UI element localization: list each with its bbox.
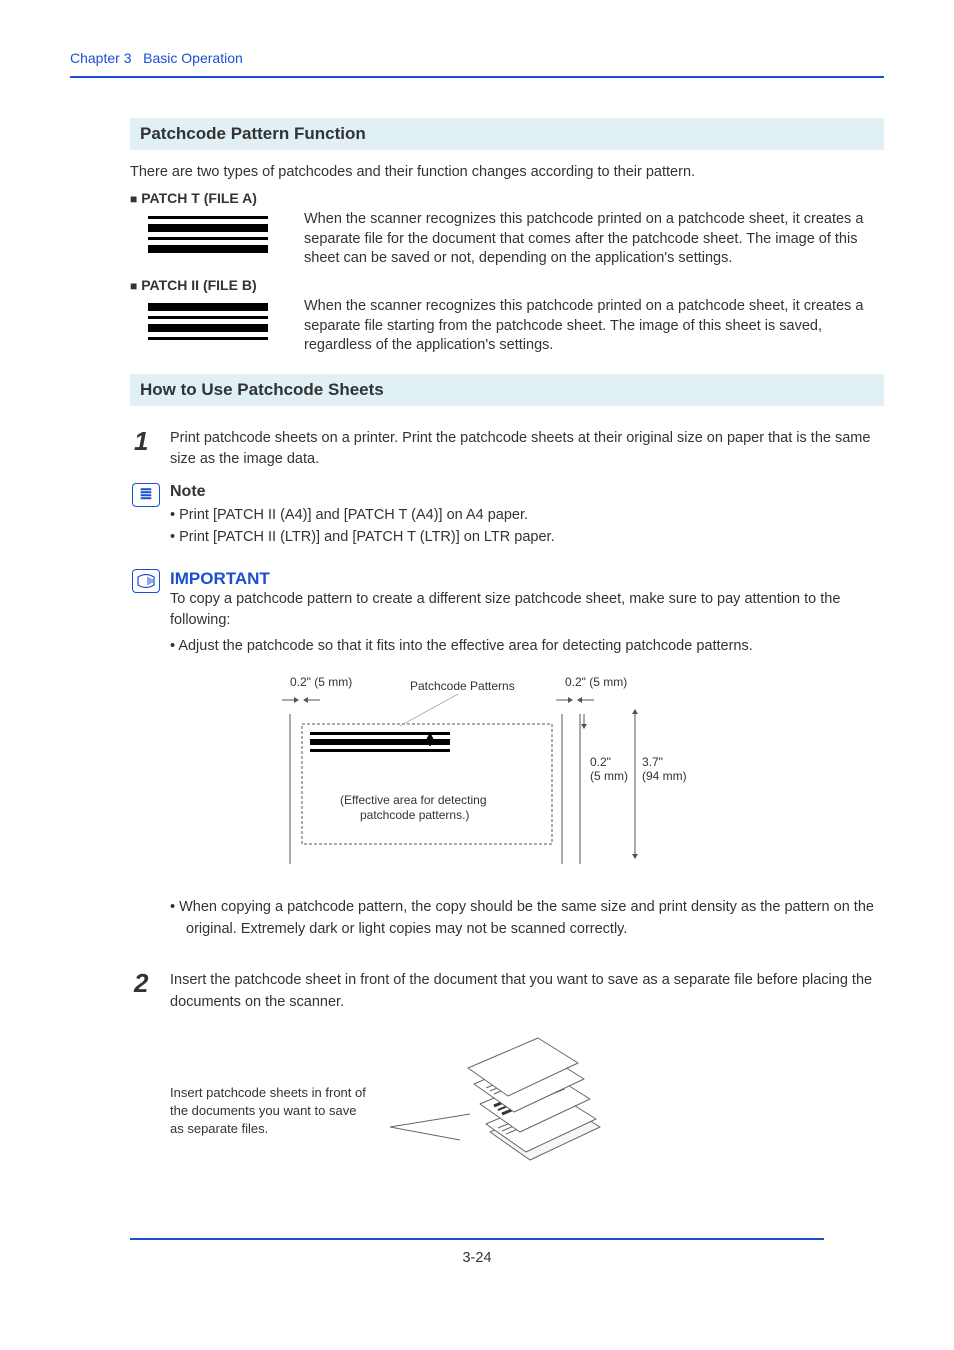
d-gap-v: 0.2" — [590, 755, 611, 769]
patch-ii-label: ■PATCH II (FILE B) — [130, 277, 884, 293]
document-stack-icon — [390, 1032, 610, 1190]
section-how-to-use: How to Use Patchcode Sheets — [130, 374, 884, 406]
d-area1: (Effective area for detecting — [340, 793, 487, 807]
d-height: 3.7" — [642, 755, 663, 769]
step-1-text: Print patchcode sheets on a printer. Pri… — [170, 428, 884, 472]
patch-ii-desc: When the scanner recognizes this patchco… — [304, 297, 884, 356]
note-bullet-2: Print [PATCH II (LTR)] and [PATCH T (LTR… — [170, 527, 884, 549]
d-gap-v-mm: (5 mm) — [590, 769, 628, 783]
important-bullet-2: When copying a patchcode pattern, the co… — [170, 897, 884, 941]
chapter-title: Basic Operation — [143, 50, 243, 66]
important-bullet-1: Adjust the patchcode so that it fits int… — [170, 636, 884, 658]
patchcode-diagram: 0.2" (5 mm) 0.2" (5 mm) Patchcode Patter… — [280, 674, 884, 879]
important-intro: To copy a patchcode pattern to create a … — [170, 589, 884, 633]
d-height-mm: (94 mm) — [642, 769, 687, 783]
page-number: 3-24 — [70, 1250, 884, 1266]
step-number-1: 1 — [70, 428, 170, 472]
patch-t-desc: When the scanner recognizes this patchco… — [304, 210, 884, 269]
d-area2: patchcode patterns.) — [360, 808, 469, 822]
important-title: IMPORTANT — [170, 569, 884, 589]
d-pattern-label: Patchcode Patterns — [410, 679, 515, 693]
patch-t-icon — [148, 210, 268, 260]
step-number-2: 2 — [70, 970, 170, 1207]
chapter-prefix: Chapter 3 — [70, 50, 131, 66]
chapter-header: Chapter 3 Basic Operation — [70, 50, 884, 66]
step-2-text: Insert the patchcode sheet in front of t… — [170, 970, 874, 1014]
header-rule — [70, 76, 884, 78]
section-intro: There are two types of patchcodes and th… — [130, 162, 884, 182]
d-margin-left: 0.2" (5 mm) — [290, 675, 352, 689]
footer-rule — [130, 1238, 824, 1240]
note-title: Note — [170, 483, 884, 501]
important-icon — [132, 569, 160, 593]
note-icon: ≣ — [132, 483, 160, 507]
stack-caption: Insert patchcode sheets in front of the … — [170, 1084, 370, 1137]
section-patchcode-pattern: Patchcode Pattern Function — [130, 118, 884, 150]
d-margin-right: 0.2" (5 mm) — [565, 675, 627, 689]
patch-t-label: ■PATCH T (FILE A) — [130, 190, 884, 206]
note-bullet-1: Print [PATCH II (A4)] and [PATCH T (A4)]… — [170, 505, 884, 527]
patch-ii-icon — [148, 297, 268, 347]
